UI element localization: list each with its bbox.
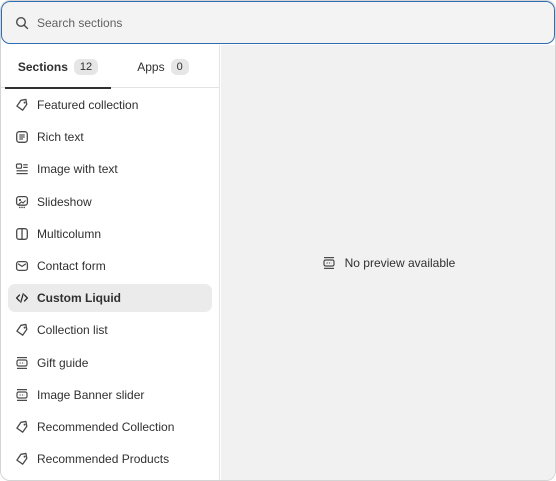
tab-sections[interactable]: Sections 12 (5, 45, 111, 89)
columns-icon (14, 226, 30, 242)
section-item-gift-guide[interactable]: Gift guide (8, 349, 212, 377)
section-item-label: Multicolumn (37, 226, 102, 241)
section-item-recommended-collection[interactable]: Recommended Collection (8, 413, 212, 441)
email-icon (14, 258, 30, 274)
section-item-label: Image with text (37, 162, 118, 177)
tag-icon (14, 322, 30, 338)
tab-apps-label: Apps (137, 59, 165, 74)
layout-section-icon (14, 387, 30, 403)
layout-section-icon (14, 355, 30, 371)
preview-message: No preview available (344, 256, 456, 270)
layout-section-icon (322, 255, 338, 271)
tab-bar: Sections 12 Apps 0 (1, 45, 219, 89)
tag-icon (14, 451, 30, 467)
image-with-text-icon (14, 161, 30, 177)
tag-icon (14, 419, 30, 435)
slideshow-icon (14, 194, 30, 210)
section-item-label: Image Banner slider (37, 387, 145, 402)
section-item-rich-text[interactable]: Rich text (8, 123, 212, 151)
section-picker-panel: Sections 12 Apps 0 Featured collection R… (0, 0, 556, 481)
section-item-contact-form[interactable]: Contact form (8, 252, 212, 280)
tab-sections-label: Sections (17, 59, 68, 74)
section-item-label: Gift guide (37, 355, 89, 370)
tab-sections-count: 12 (73, 58, 99, 75)
text-block-icon (14, 129, 30, 145)
section-item-recommended-products[interactable]: Recommended Products (8, 445, 212, 473)
section-item-label: Collection list (37, 323, 108, 338)
section-item-slideshow[interactable]: Slideshow (8, 188, 212, 216)
section-item-label: Recommended Collection (37, 419, 175, 434)
section-item-custom-liquid[interactable]: Custom Liquid (8, 284, 212, 313)
tag-icon (14, 97, 30, 113)
section-item-image-with-text[interactable]: Image with text (8, 155, 212, 183)
section-item-collection-list[interactable]: Collection list (8, 316, 212, 344)
section-item-label: Recommended Products (37, 452, 170, 467)
code-icon (14, 290, 30, 306)
search-bar[interactable] (1, 1, 555, 44)
search-icon (15, 16, 29, 30)
tab-apps[interactable]: Apps 0 (111, 45, 215, 88)
preview-empty-state: No preview available (322, 255, 456, 271)
section-item-image-banner-slider[interactable]: Image Banner slider (8, 381, 212, 409)
section-item-label: Slideshow (37, 194, 92, 209)
section-item-label: Rich text (37, 130, 84, 145)
preview-pane: No preview available (221, 45, 555, 480)
section-item-label: Contact form (37, 258, 106, 273)
section-list: Featured collection Rich text Image with… (1, 88, 219, 473)
section-item-multicolumn[interactable]: Multicolumn (8, 220, 212, 248)
tab-apps-count: 0 (170, 58, 189, 75)
search-input[interactable] (37, 15, 554, 30)
sections-sidebar: Sections 12 Apps 0 Featured collection R… (1, 45, 220, 480)
section-item-featured-collection[interactable]: Featured collection (8, 91, 212, 119)
section-item-label: Custom Liquid (37, 291, 121, 306)
section-item-label: Featured collection (37, 98, 139, 112)
